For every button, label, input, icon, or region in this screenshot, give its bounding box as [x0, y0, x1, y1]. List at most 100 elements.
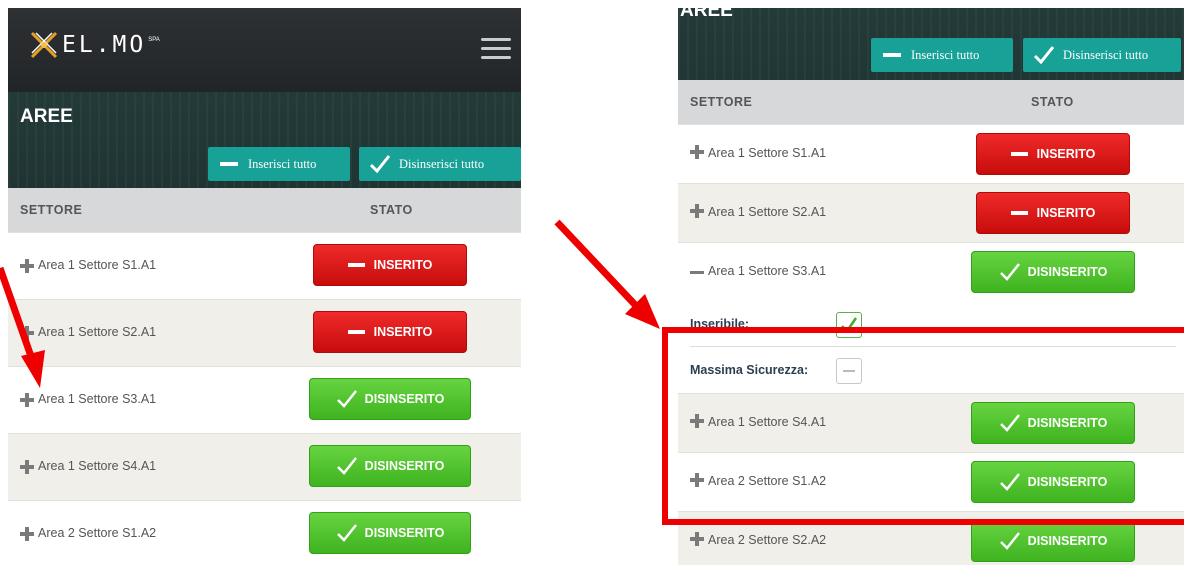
check-icon [999, 263, 1020, 281]
sector-label: Area 2 Settore S1.A2 [708, 474, 827, 488]
logo-icon [30, 31, 58, 59]
minus-icon [843, 370, 855, 372]
check-icon [999, 532, 1020, 550]
arming-checkbox[interactable] [836, 312, 862, 338]
logo-text: EL.MO [62, 32, 147, 58]
table-row[interactable]: Area 1 Settore S2.A1 INSERITO [8, 299, 521, 366]
sectors-table: SETTORE STATO Area 1 Settore S1.A1 INSER… [678, 80, 1184, 565]
area-section: AREE Inserisci tutto Disinserisci tutto … [678, 8, 1184, 565]
check-icon [336, 524, 357, 542]
status-label: INSERITO [373, 258, 433, 272]
logo-suffix: SPA [148, 37, 160, 43]
plus-icon[interactable] [20, 527, 34, 541]
status-label: INSERITO [373, 325, 433, 339]
detail-max-security: Massima Sicurezza: [678, 347, 1184, 393]
status-button-disarmed[interactable]: DISINSERITO [309, 378, 471, 420]
table-row[interactable]: Area 1 Settore S4.A1 DISINSERITO [8, 433, 521, 500]
plus-icon[interactable] [20, 259, 34, 273]
minus-icon [1010, 152, 1028, 156]
status-button-disarmed[interactable]: DISINSERITO [971, 520, 1135, 562]
right-screen: AREE Inserisci tutto Disinserisci tutto … [678, 8, 1184, 565]
plus-icon[interactable] [20, 326, 34, 340]
col-state: STATO [370, 203, 413, 217]
arrow-annotation [554, 219, 660, 329]
sector-label: Area 1 Settore S2.A1 [708, 205, 827, 219]
check-icon [841, 317, 858, 333]
arm-all-label: Inserisci tutto [911, 47, 980, 62]
table-row[interactable]: Area 1 Settore S1.A1 INSERITO [678, 124, 1184, 183]
sector-label: Area 1 Settore S1.A1 [708, 146, 827, 160]
plus-icon[interactable] [690, 414, 704, 428]
max-security-label: Massima Sicurezza: [690, 363, 809, 377]
status-label: DISINSERITO [364, 526, 445, 540]
table-row[interactable]: Area 2 Settore S1.A2 DISINSERITO [8, 500, 521, 565]
col-sector: SETTORE [20, 203, 83, 217]
sector-label: Area 1 Settore S3.A1 [38, 392, 157, 406]
menu-icon[interactable] [481, 38, 511, 60]
disarm-all-label: Disinserisci tutto [1063, 47, 1149, 62]
status-button-disarmed[interactable]: DISINSERITO [971, 402, 1135, 444]
sector-label: Area 1 Settore S1.A1 [38, 258, 157, 272]
page-title: AREE [20, 106, 73, 127]
status-label: DISINSERITO [364, 392, 445, 406]
table-row[interactable]: Area 1 Settore S4.A1 DISINSERITO [678, 393, 1184, 452]
check-icon [369, 155, 391, 174]
minus-icon [347, 330, 365, 334]
sector-label: Area 1 Settore S2.A1 [38, 325, 157, 339]
status-label: INSERITO [1036, 147, 1096, 161]
plus-icon[interactable] [690, 204, 704, 218]
col-sector: SETTORE [690, 95, 753, 109]
table-row[interactable]: Area 1 Settore S1.A1 INSERITO [8, 232, 521, 299]
plus-icon[interactable] [20, 393, 34, 407]
max-security-checkbox[interactable] [836, 358, 862, 384]
collapse-icon[interactable] [690, 271, 704, 274]
arming-label: Inseribile: [690, 317, 750, 331]
check-icon [1033, 46, 1055, 65]
minus-icon [883, 53, 901, 57]
status-label: DISINSERITO [364, 459, 445, 473]
sectors-table: SETTORE STATO Area 1 Settore S1.A1 INSER… [8, 188, 521, 565]
status-label: INSERITO [1036, 206, 1096, 220]
sector-label: Area 2 Settore S1.A2 [38, 526, 157, 540]
status-button-armed[interactable]: INSERITO [976, 133, 1130, 175]
left-screen: EL.MO SPA AREE Inserisci tutto Disinseri… [8, 8, 521, 565]
status-button-armed[interactable]: INSERITO [313, 311, 467, 353]
plus-icon[interactable] [690, 532, 704, 546]
check-icon [999, 414, 1020, 432]
status-label: DISINSERITO [1027, 416, 1108, 430]
sector-label: Area 1 Settore S3.A1 [708, 264, 827, 278]
page-title: AREE [680, 8, 733, 21]
table-row[interactable]: Area 1 Settore S3.A1 DISINSERITO [8, 366, 521, 433]
col-state: STATO [1031, 95, 1074, 109]
arm-all-button[interactable]: Inserisci tutto [871, 38, 1013, 72]
disarm-all-button[interactable]: Disinserisci tutto [359, 147, 521, 181]
minus-icon [220, 162, 238, 166]
status-button-disarmed[interactable]: DISINSERITO [971, 461, 1135, 503]
logo: EL.MO SPA [28, 29, 160, 61]
table-row[interactable]: Area 2 Settore S1.A2 DISINSERITO [678, 452, 1184, 511]
arm-all-button[interactable]: Inserisci tutto [208, 147, 350, 181]
plus-icon[interactable] [690, 473, 704, 487]
table-row[interactable]: Area 1 Settore S3.A1 DISINSERITO [678, 242, 1184, 301]
minus-icon [347, 263, 365, 267]
sector-label: Area 1 Settore S4.A1 [708, 415, 827, 429]
table-header: SETTORE STATO [678, 80, 1184, 124]
detail-arming: Inseribile: [678, 301, 1184, 347]
disarm-all-button[interactable]: Disinserisci tutto [1023, 38, 1181, 72]
check-icon [999, 473, 1020, 491]
status-button-disarmed[interactable]: DISINSERITO [309, 445, 471, 487]
plus-icon[interactable] [20, 460, 34, 474]
status-button-disarmed[interactable]: DISINSERITO [971, 251, 1135, 293]
app-header: EL.MO SPA [8, 8, 521, 92]
table-row[interactable]: Area 2 Settore S2.A2 DISINSERITO [678, 511, 1184, 565]
table-row[interactable]: Area 1 Settore S2.A1 INSERITO [678, 183, 1184, 242]
status-button-armed[interactable]: INSERITO [313, 244, 467, 286]
status-button-armed[interactable]: INSERITO [976, 192, 1130, 234]
status-label: DISINSERITO [1027, 265, 1108, 279]
disarm-all-label: Disinserisci tutto [399, 156, 485, 171]
area-section: AREE Inserisci tutto Disinserisci tutto … [8, 92, 521, 565]
sector-label: Area 1 Settore S4.A1 [38, 459, 157, 473]
status-label: DISINSERITO [1027, 534, 1108, 548]
status-button-disarmed[interactable]: DISINSERITO [309, 512, 471, 554]
plus-icon[interactable] [690, 145, 704, 159]
